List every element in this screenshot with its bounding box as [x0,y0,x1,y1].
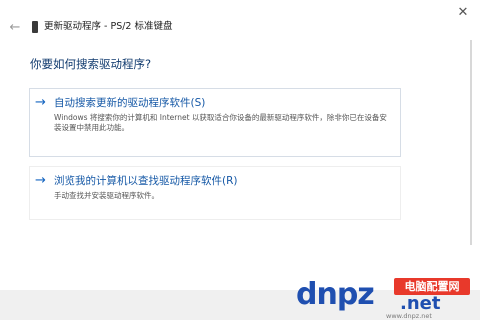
watermark: dnpz 电脑配置网 .net www.dnpz.net [296,274,476,320]
window-title: 更新驱动程序 - PS/2 标准键盘 [44,21,173,32]
arrow-right-icon: → [35,95,46,110]
back-arrow-icon: ← [9,20,21,35]
option-description: Windows 将搜索你的计算机和 Internet 以获取适合你设备的最新驱动… [54,113,387,132]
arrow-right-icon: → [35,173,46,188]
title-bar: ← 更新驱动程序 - PS/2 标准键盘 ✕ [0,0,480,40]
option-browse-computer[interactable]: → 浏览我的计算机以查找驱动程序软件(R) 手动查找并安装驱动程序软件。 [29,166,401,220]
option-auto-search[interactable]: → 自动搜索更新的驱动程序软件(S) Windows 将搜索你的计算机和 Int… [29,88,401,157]
option-description: 手动查找并安装驱动程序软件。 [54,191,159,200]
option-title: 自动搜索更新的驱动程序软件(S) [54,97,206,109]
scrollbar-track[interactable] [470,40,472,245]
close-button[interactable]: ✕ [452,4,474,22]
device-icon [32,21,38,33]
watermark-domain: www.dnpz.net [386,312,432,320]
scrollbar[interactable] [465,40,477,245]
watermark-suffix: .net [400,293,441,314]
back-button[interactable]: ← [6,20,24,36]
option-title: 浏览我的计算机以查找驱动程序软件(R) [54,175,238,187]
watermark-logo: dnpz [296,277,375,312]
page-heading: 你要如何搜索驱动程序? [30,57,152,71]
